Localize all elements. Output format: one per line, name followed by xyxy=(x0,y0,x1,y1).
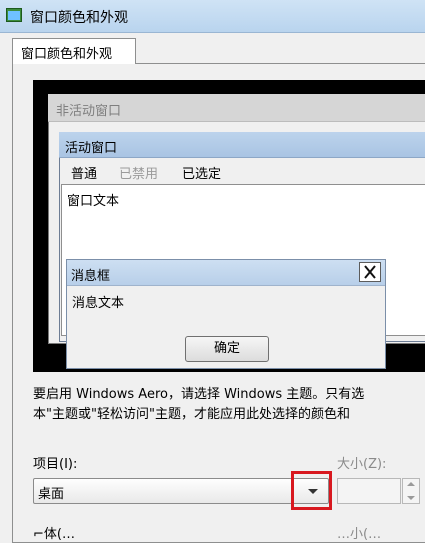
message-box-title-bar[interactable] xyxy=(67,260,385,286)
close-icon xyxy=(364,265,376,279)
inactive-window-title: 非活动窗口 xyxy=(56,104,122,119)
window-title: 窗口颜色和外观 xyxy=(30,10,128,26)
ok-button[interactable]: 确定 xyxy=(185,336,269,362)
message-box-title: 消息框 xyxy=(71,269,111,284)
item-select-value: 桌面 xyxy=(38,487,65,502)
info-text-line2: 本"主题或"轻松访问"主题，才能应用此处选择的颜色和 xyxy=(33,407,350,422)
spin-down-icon[interactable] xyxy=(407,496,415,500)
menu-item-normal[interactable]: 普通 xyxy=(71,163,97,182)
item-select[interactable] xyxy=(33,478,329,504)
menu-bar[interactable] xyxy=(60,158,425,184)
highlight-box xyxy=(291,471,332,510)
font-label-clipped: ⌐体(… xyxy=(33,527,75,542)
tab-window-color[interactable]: 窗口颜色和外观 xyxy=(12,38,136,64)
close-button[interactable] xyxy=(359,262,381,282)
active-window-title: 活动窗口 xyxy=(65,141,118,156)
size-input[interactable] xyxy=(337,478,401,504)
menu-item-selected[interactable]: 已选定 xyxy=(182,163,221,182)
menu-item-disabled[interactable]: 已禁用 xyxy=(119,163,158,182)
info-text-line1: 要启用 Windows Aero，请选择 Windows 主题。只有选 xyxy=(33,387,365,402)
item-label: 项目(I): xyxy=(33,457,78,472)
app-window-icon xyxy=(6,8,22,22)
size-label: 大小(Z): xyxy=(337,457,387,472)
spin-up-icon[interactable] xyxy=(407,482,415,486)
font-size-label-clipped: …小(… xyxy=(337,527,382,542)
window-text: 窗口文本 xyxy=(67,194,120,209)
message-text: 消息文本 xyxy=(72,296,125,311)
